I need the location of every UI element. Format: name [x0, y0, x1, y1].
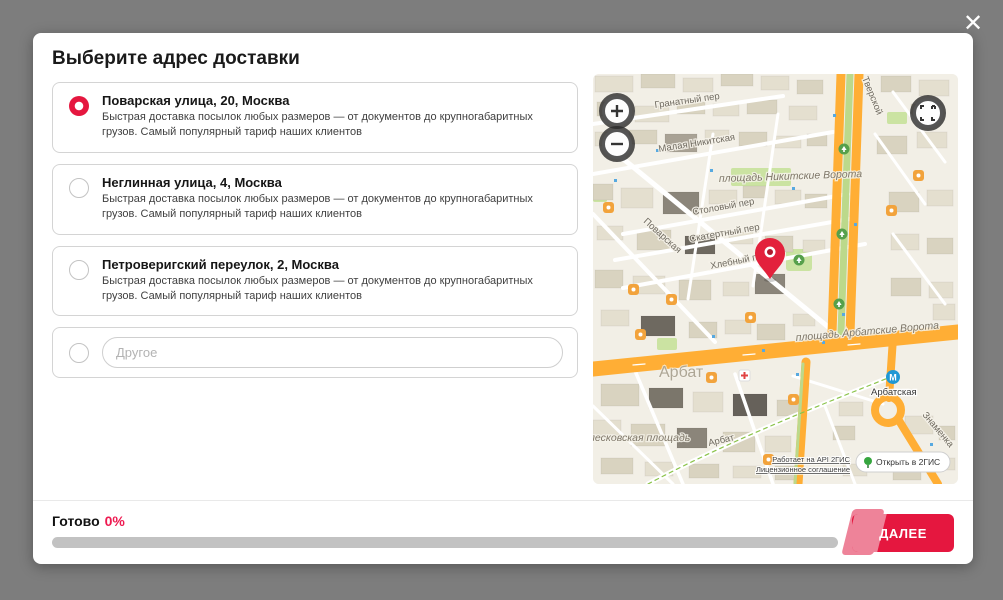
address-option-description: Быстрая доставка посылок любых размеров …	[102, 110, 563, 141]
svg-text:Арбат: Арбат	[659, 364, 704, 381]
other-address-input[interactable]	[102, 337, 563, 368]
progress-value: 0%	[105, 513, 125, 529]
license-link[interactable]: Лицензионное соглашение	[756, 465, 850, 474]
dialog-content: Поварская улица, 20, Москва Быстрая дост…	[33, 74, 973, 500]
address-option-other[interactable]	[52, 327, 578, 378]
progress-bar	[52, 537, 838, 548]
next-button[interactable]: ДАЛЕЕ	[852, 514, 954, 552]
svg-text:лесковская площадь: лесковская площадь	[593, 432, 690, 444]
svg-text:Арбатская: Арбатская	[871, 387, 917, 398]
address-option-description: Быстрая доставка посылок любых размеров …	[102, 192, 563, 223]
api-2gis-link[interactable]: Работает на API 2ГИС	[772, 455, 850, 464]
address-option-title: Поварская улица, 20, Москва	[102, 93, 563, 108]
address-option-description: Быстрая доставка посылок любых размеров …	[102, 274, 563, 305]
fullscreen-button[interactable]	[913, 98, 943, 128]
next-button-wrap: ДАЛЕЕ	[852, 514, 954, 552]
svg-text:Открыть в 2ГИС: Открыть в 2ГИС	[876, 457, 940, 467]
address-option-title: Петроверигский переулок, 2, Москва	[102, 257, 563, 272]
radio-icon[interactable]	[69, 343, 89, 363]
radio-icon[interactable]	[69, 178, 89, 198]
zoom-out-button[interactable]	[602, 129, 632, 159]
metro-icon: М	[889, 373, 897, 383]
radio-icon[interactable]	[69, 260, 89, 280]
address-options-list: Поварская улица, 20, Москва Быстрая дост…	[52, 74, 578, 389]
dialog-footer: Готово 0% ДАЛЕЕ	[33, 500, 973, 564]
address-option-3[interactable]: Петроверигский переулок, 2, Москва Быстр…	[52, 246, 578, 317]
page-title: Выберите адрес доставки	[52, 48, 954, 70]
map-canvas[interactable]: Гранатный пер Малая Никитская площадь Ни…	[593, 74, 958, 484]
address-option-title: Неглинная улица, 4, Москва	[102, 175, 563, 190]
delivery-address-dialog: Выберите адрес доставки Поварская улица,…	[33, 33, 973, 564]
open-2gis-button[interactable]: Открыть в 2ГИС	[856, 452, 950, 472]
hospital-icon	[739, 370, 750, 381]
progress-zone: Готово 0%	[52, 513, 838, 548]
progress-label: Готово	[52, 513, 100, 529]
radio-selected-icon[interactable]	[69, 96, 89, 116]
address-option-1[interactable]: Поварская улица, 20, Москва Быстрая дост…	[52, 82, 578, 153]
address-option-2[interactable]: Неглинная улица, 4, Москва Быстрая доста…	[52, 164, 578, 235]
zoom-in-button[interactable]	[602, 96, 632, 126]
